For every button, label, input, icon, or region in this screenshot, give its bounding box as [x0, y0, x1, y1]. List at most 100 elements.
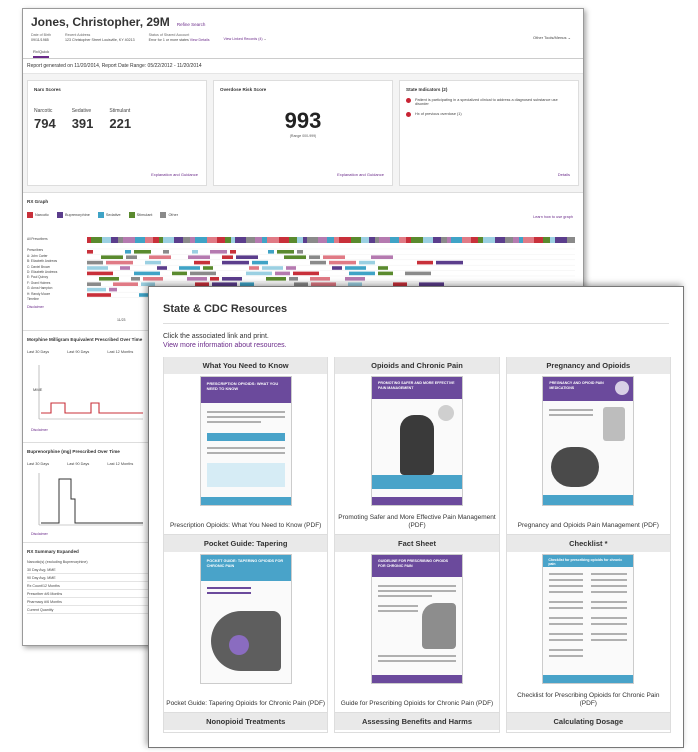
tab-rx-quick[interactable]: Rx/Quick — [33, 49, 50, 58]
pdf-link[interactable]: Guide for Prescribing Opioids for Chroni… — [337, 700, 496, 708]
tab-last-12-months[interactable]: Last 12 Months — [107, 350, 133, 354]
circle-badge-icon — [615, 381, 630, 395]
thumb-text-line — [591, 591, 628, 593]
alert-icon — [406, 112, 411, 117]
tab-last-30-days[interactable]: Last 30 Days — [27, 462, 49, 466]
legend-narcotic[interactable]: Narcotic — [27, 212, 49, 218]
rx-bar — [145, 260, 161, 265]
resource-card-opioids-chronic-pain[interactable]: Opioids and Chronic Pain PROMOTING SAFER… — [334, 357, 500, 535]
rx-bar — [379, 237, 390, 243]
thumb-text-line — [377, 595, 432, 597]
thumb-footer — [200, 497, 291, 505]
disclaimer-link[interactable]: Disclaimer — [27, 305, 85, 310]
resource-card-what-you-need-to-know[interactable]: What You Need to Know PRESCRIPTION OPIOI… — [163, 357, 329, 535]
thumb-title: POCKET GUIDE: TAPERING OPIOIDS FOR CHRON… — [206, 559, 284, 568]
rx-bar — [378, 266, 388, 270]
summary-row: Current Quantity — [27, 606, 157, 614]
indicator-details-link[interactable]: Details — [558, 172, 570, 177]
thumb-text-line — [377, 610, 418, 612]
indicator-item: Hx of previous overdose (1) — [406, 112, 572, 117]
thumb-text-line — [549, 579, 584, 581]
pill-bottle-icon — [603, 407, 626, 441]
learn-graph-link[interactable]: Learn how to use graph — [533, 215, 573, 219]
disclaimer-link[interactable]: Disclaimer — [31, 532, 48, 536]
rx-bar — [252, 260, 268, 265]
rx-bar — [289, 237, 297, 243]
more-info-link[interactable]: View more information about resources. — [163, 341, 669, 350]
thumb-text-line — [377, 585, 456, 587]
overdose-guidance-link[interactable]: Explanation and Guidance — [337, 172, 384, 177]
rx-bar — [307, 237, 318, 243]
tab-last-90-days[interactable]: Last 90 Days — [67, 350, 89, 354]
rx-bar — [153, 237, 159, 243]
summary-row: Prescriber #/6 Months — [27, 590, 157, 598]
rx-bar — [203, 266, 213, 270]
narcotic-label: Narcotic — [34, 108, 53, 114]
pdf-thumbnail[interactable]: GUIDELINE FOR PRESCRIBING OPIOIDS FOR CH… — [370, 554, 463, 684]
pdf-link[interactable]: Promoting Safer and More Effective Pain … — [337, 514, 496, 530]
pdf-link[interactable]: Pocket Guide: Tapering Opioids for Chron… — [166, 700, 325, 708]
thumb-footer — [543, 675, 634, 683]
chevron-down-icon: ⌄ — [263, 37, 267, 41]
resource-card-benefits-harms[interactable]: Assessing Benefits and Harms — [334, 713, 500, 733]
rx-bar — [433, 237, 441, 243]
pdf-link[interactable]: Checklist for Prescribing Opioids for Ch… — [509, 692, 668, 708]
rx-bar — [207, 237, 217, 243]
tab-last-12-months[interactable]: Last 12 Months — [107, 462, 133, 466]
rx-bar — [349, 271, 375, 276]
pdf-link[interactable]: Pregnancy and Opioids Pain Management (P… — [509, 522, 668, 530]
thumb-footer — [371, 675, 462, 683]
resource-card-nonopioid[interactable]: Nonopioid Treatments — [163, 713, 329, 733]
rx-bar — [217, 237, 225, 243]
rx-bar — [91, 237, 102, 243]
legend-buprenorphine[interactable]: Buprenorphine — [56, 212, 90, 218]
tab-last-90-days[interactable]: Last 90 Days — [67, 462, 89, 466]
narx-guidance-link[interactable]: Explanation and Guidance — [151, 172, 198, 177]
rx-bar — [131, 277, 140, 281]
pdf-thumbnail[interactable]: PREGNANCY AND OPIOID PAIN MEDICATIONS — [542, 376, 635, 506]
tab-last-30-days[interactable]: Last 30 Days — [27, 350, 49, 354]
rx-bar — [222, 255, 233, 259]
rx-bar — [297, 237, 303, 243]
rx-bar — [163, 237, 174, 243]
thumb-text-line — [591, 633, 628, 635]
legend-other[interactable]: Other — [160, 212, 178, 218]
rx-bar — [135, 237, 145, 243]
stimulant-score: 221 — [109, 116, 132, 131]
rx-bar — [183, 237, 190, 243]
resource-card-checklist[interactable]: Checklist * Checklist for prescribing op… — [505, 535, 671, 713]
linked-records-link[interactable]: View Linked Records (4) — [224, 37, 263, 41]
view-details-link[interactable]: View Details — [190, 38, 210, 42]
pdf-link[interactable]: Prescription Opioids: What You Need to K… — [166, 522, 325, 530]
card-heading: Pregnancy and Opioids — [506, 357, 670, 374]
legend-stimulant[interactable]: Stimulant — [128, 212, 152, 218]
pdf-thumbnail[interactable]: PRESCRIPTION OPIOIDS: WHAT YOU NEED TO K… — [199, 376, 292, 506]
rx-bar — [375, 237, 379, 243]
refine-search-link[interactable]: Refine Search — [177, 22, 206, 27]
resource-card-pregnancy-opioids[interactable]: Pregnancy and Opioids PREGNANCY AND OPIO… — [505, 357, 671, 535]
rx-bar — [134, 271, 160, 276]
other-tools-menu[interactable]: Other Tools/Menus ⌄ — [533, 35, 571, 40]
disclaimer-link[interactable]: Disclaimer — [31, 428, 48, 432]
rx-bar — [163, 250, 169, 254]
legend-sedative[interactable]: Sedative — [97, 212, 121, 218]
resource-card-calculating-dosage[interactable]: Calculating Dosage — [505, 713, 671, 733]
checkbox-icon — [97, 212, 104, 218]
rx-bar — [188, 255, 210, 259]
rx-bar — [550, 237, 555, 243]
pdf-thumbnail[interactable]: POCKET GUIDE: TAPERING OPIOIDS FOR CHRON… — [199, 554, 292, 684]
resource-card-pocket-guide-tapering[interactable]: Pocket Guide: Tapering POCKET GUIDE: TAP… — [163, 535, 329, 713]
rx-bar — [462, 237, 471, 243]
mme-series-line — [41, 402, 143, 414]
thumb-text-line — [206, 452, 285, 454]
resource-card-fact-sheet[interactable]: Fact Sheet GUIDELINE FOR PRESCRIBING OPI… — [334, 535, 500, 713]
rx-bar — [118, 237, 123, 243]
alert-icon — [406, 98, 411, 103]
rx-bar — [268, 250, 274, 254]
rx-bar — [102, 237, 111, 243]
rx-bar — [417, 260, 433, 265]
rx-bar — [190, 237, 195, 243]
pdf-thumbnail[interactable]: Checklist for prescribing opioids for ch… — [542, 554, 635, 684]
pdf-thumbnail[interactable]: PROMOTING SAFER AND MORE EFFECTIVE PAIN … — [370, 376, 463, 506]
rx-legend: Narcotic Buprenorphine Sedative Stimulan… — [27, 212, 579, 218]
